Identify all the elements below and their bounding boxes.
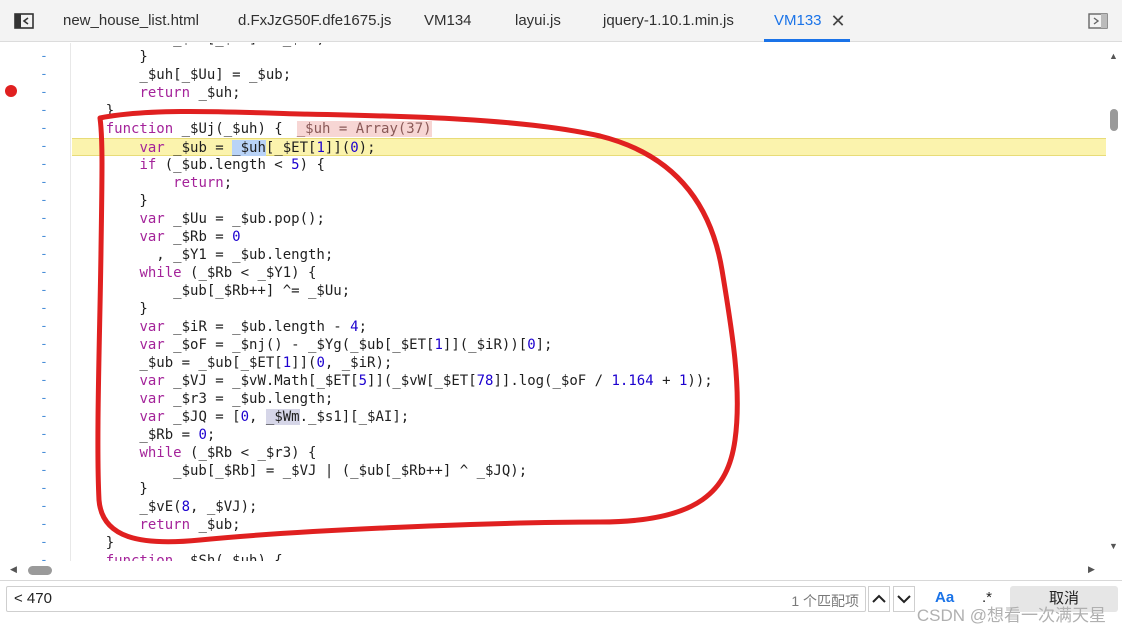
line-marker[interactable]: - [40, 354, 50, 372]
tab-fxjzg50f-js[interactable]: d.FxJzG50F.dfe1675.js [238, 0, 391, 42]
line-marker[interactable]: - [40, 408, 50, 426]
code-line: _$vE(8, _$VJ); [72, 499, 258, 515]
line-marker[interactable]: - [40, 534, 50, 552]
code-editor[interactable]: ------------------------------ _$uh[_$ub… [0, 43, 1106, 561]
code-line: } [72, 193, 148, 209]
search-bar: < 470 1 个匹配项 Aa .* 取消 CSDN @想看一次满天星 [0, 580, 1122, 632]
breakpoint-marker[interactable] [5, 85, 17, 97]
chevron-up-icon [872, 594, 886, 603]
line-marker[interactable]: - [40, 336, 50, 354]
code-line: if (_$ub.length < 5) { [139, 157, 325, 173]
line-marker[interactable]: - [40, 210, 50, 228]
code-line: while (_$Rb < _$r3) { [139, 445, 317, 461]
code-line: return _$uh; [139, 85, 241, 101]
line-marker[interactable]: - [40, 462, 50, 480]
code-line: _$uh[_$Uu] = _$ub; [72, 67, 292, 83]
tab-vm133[interactable]: VM133 ✕ [764, 0, 849, 42]
code-line: return; [173, 175, 233, 191]
code-line: } [72, 103, 115, 119]
tab-layui-js[interactable]: layui.js [515, 0, 561, 42]
code-line: } [72, 49, 148, 65]
code-line: var _$JQ = [0, _$Wm._$s1][_$AI]; [139, 409, 410, 425]
line-marker[interactable]: - [40, 282, 50, 300]
code-line: var _$r3 = _$ub.length; [139, 391, 334, 407]
code-line: var _$iR = _$ub.length - 4; [139, 319, 368, 335]
tab-vm134[interactable]: VM134 [424, 0, 472, 42]
panel-collapse-icon[interactable] [1087, 10, 1109, 32]
line-marker[interactable]: - [40, 498, 50, 516]
inline-value-hint: _$uh = Array(37) [296, 121, 432, 137]
close-icon[interactable]: ✕ [830, 0, 845, 42]
code-line: _$ub[_$Rb++] ^= _$Uu; [72, 283, 351, 299]
line-marker[interactable]: - [40, 48, 50, 66]
line-marker[interactable]: - [40, 264, 50, 282]
line-marker[interactable]: - [40, 246, 50, 264]
line-marker[interactable]: - [40, 390, 50, 408]
code-line: _$ub[_$Rb] = _$VJ | (_$ub[_$Rb++] ^ _$JQ… [72, 463, 528, 479]
line-marker[interactable]: - [40, 102, 50, 120]
horizontal-scrollbar[interactable]: ◀ ▶ [0, 561, 1106, 579]
search-query: < 470 [14, 590, 52, 607]
line-marker[interactable]: - [40, 66, 50, 84]
line-marker[interactable]: - [40, 156, 50, 174]
code-line: return _$ub; [139, 517, 241, 533]
line-gutter[interactable]: ------------------------------ [0, 43, 71, 561]
paused-code-line: var _$ub = _$uh[_$ET[1]](0); [72, 138, 1106, 156]
code-line: _$ub = _$ub[_$ET[1]](0, _$iR); [72, 355, 393, 371]
search-input[interactable]: < 470 1 个匹配项 [6, 586, 866, 612]
line-marker[interactable]: - [40, 228, 50, 246]
code-line: var _$VJ = _$vW.Math[_$ET[5]](_$vW[_$ET[… [139, 373, 713, 389]
line-marker[interactable]: - [40, 120, 50, 138]
code-line: var _$oF = _$nj() - _$Yg(_$ub[_$ET[1]](_… [139, 337, 553, 353]
tab-vm133-label: VM133 [774, 12, 822, 29]
line-marker[interactable]: - [40, 516, 50, 534]
line-marker[interactable]: - [40, 300, 50, 318]
previous-match-button[interactable] [868, 586, 890, 612]
scroll-left-icon[interactable]: ◀ [10, 564, 17, 575]
line-marker[interactable]: - [40, 84, 50, 102]
code-line: function _$Sh(_$uh) { [105, 553, 283, 561]
line-marker[interactable]: - [40, 174, 50, 192]
vertical-scrollbar[interactable]: ▲ ▼ [1106, 43, 1122, 561]
chevron-down-icon [897, 595, 911, 604]
scroll-up-icon[interactable]: ▲ [1109, 51, 1118, 61]
code-line: _$Rb = 0; [72, 427, 216, 443]
code-line: , _$Y1 = _$ub.length; [72, 247, 334, 263]
code-line: function _$Uj(_$uh) {_$uh = Array(37) [105, 121, 432, 137]
line-marker[interactable]: - [40, 480, 50, 498]
line-marker[interactable]: - [40, 372, 50, 390]
sidebar-toggle-icon[interactable] [13, 10, 35, 32]
line-marker[interactable]: - [40, 426, 50, 444]
scroll-down-icon[interactable]: ▼ [1109, 541, 1118, 551]
line-marker[interactable]: - [40, 444, 50, 462]
line-marker[interactable]: - [40, 138, 50, 156]
tab-jquery-js[interactable]: jquery-1.10.1.min.js [603, 0, 734, 42]
code-line: } [72, 535, 115, 551]
next-match-button[interactable] [893, 586, 915, 612]
code-line: } [72, 481, 148, 497]
vertical-scroll-thumb[interactable] [1110, 109, 1118, 131]
tab-bar: new_house_list.html d.FxJzG50F.dfe1675.j… [0, 0, 1122, 42]
tab-new-house-list[interactable]: new_house_list.html [63, 0, 199, 42]
watermark: CSDN @想看一次满天星 [916, 606, 1106, 625]
code-area[interactable]: _$uh[_$ub] = _$ub; } _$uh[_$Uu] = _$ub; … [72, 43, 1106, 561]
line-marker[interactable]: - [40, 192, 50, 210]
scroll-right-icon[interactable]: ▶ [1088, 564, 1095, 575]
line-marker[interactable]: - [40, 318, 50, 336]
line-marker[interactable]: - [40, 552, 50, 561]
match-count: 1 个匹配项 [791, 593, 859, 609]
code-line: } [72, 301, 148, 317]
code-line: while (_$Rb < _$Y1) { [139, 265, 317, 281]
code-line: var _$Uu = _$ub.pop(); [139, 211, 325, 227]
horizontal-scroll-thumb[interactable] [28, 566, 52, 575]
code-line: var _$Rb = 0 [139, 229, 241, 245]
